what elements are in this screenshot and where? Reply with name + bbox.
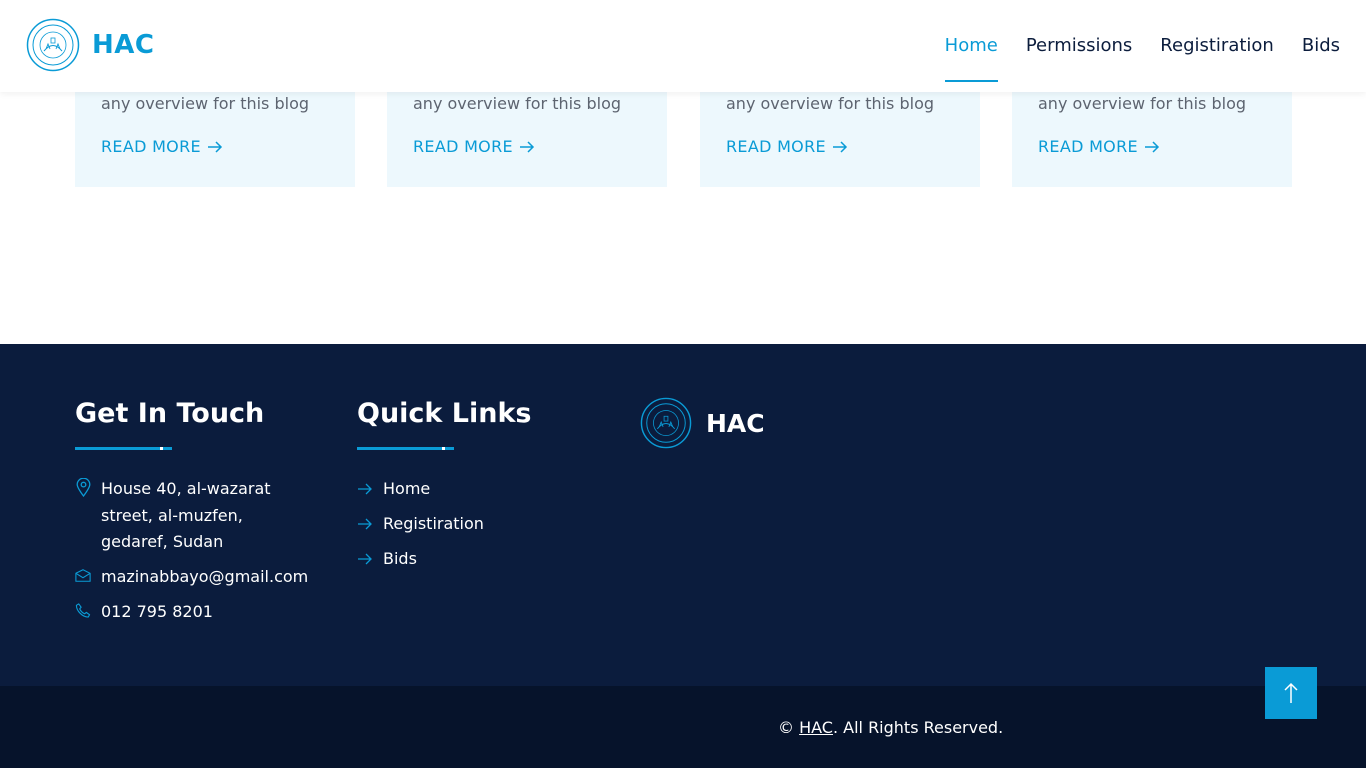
get-in-touch-title: Get In Touch xyxy=(75,398,265,429)
address-text: House 40, al-wazarat street, al-muzfen, … xyxy=(101,479,271,551)
footer-link-registiration[interactable]: Registiration xyxy=(357,514,484,533)
read-more-label: READ MORE xyxy=(1038,137,1138,156)
brand-name: HAC xyxy=(92,30,155,60)
contact-email: mazinabbayo@gmail.com xyxy=(75,564,308,591)
map-pin-icon xyxy=(75,476,91,498)
hac-logo-icon xyxy=(26,18,80,72)
blog-card: any overview for this blog READ MORE xyxy=(1012,92,1292,187)
back-to-top-button[interactable] xyxy=(1265,667,1317,719)
arrow-up-icon xyxy=(1284,682,1298,703)
hac-logo-icon xyxy=(640,397,692,449)
copyright-symbol: © xyxy=(778,718,794,737)
blog-card: any overview for this blog READ MORE xyxy=(700,92,980,187)
nav-permissions[interactable]: Permissions xyxy=(1026,0,1132,92)
read-more-link[interactable]: READ MORE xyxy=(1038,137,1160,156)
arrow-right-icon xyxy=(1144,140,1159,153)
blog-card-overview: any overview for this blog xyxy=(726,94,935,113)
email-link[interactable]: mazinabbayo@gmail.com xyxy=(101,564,308,591)
quick-links-title: Quick Links xyxy=(357,398,532,429)
nav-registiration[interactable]: Registiration xyxy=(1160,0,1274,92)
footer-link-home[interactable]: Home xyxy=(357,479,430,498)
arrow-right-icon xyxy=(207,140,222,153)
phone-link[interactable]: 012 795 8201 xyxy=(101,599,213,626)
blog-card: any overview for this blog READ MORE xyxy=(75,92,355,187)
blog-card-overview: any overview for this blog xyxy=(413,94,622,113)
envelope-icon xyxy=(75,564,91,586)
read-more-link[interactable]: READ MORE xyxy=(413,137,535,156)
contact-address: House 40, al-wazarat street, al-muzfen, … xyxy=(75,476,301,556)
arrow-right-icon xyxy=(519,140,534,153)
footer-link-label: Registiration xyxy=(383,514,484,533)
arrow-right-icon xyxy=(358,518,372,529)
arrow-right-icon xyxy=(358,553,372,564)
footer-link-label: Bids xyxy=(383,549,417,568)
nav-bids[interactable]: Bids xyxy=(1302,0,1340,92)
phone-icon xyxy=(75,599,91,621)
site-header: HAC Home Permissions Registiration Bids xyxy=(0,0,1366,92)
footer-brand: HAC xyxy=(640,397,765,449)
read-more-label: READ MORE xyxy=(413,137,513,156)
footer-link-bids[interactable]: Bids xyxy=(357,549,417,568)
read-more-link[interactable]: READ MORE xyxy=(726,137,848,156)
read-more-label: READ MORE xyxy=(101,137,201,156)
contact-phone: 012 795 8201 xyxy=(75,599,213,626)
footer-brand-name: HAC xyxy=(706,408,765,438)
copyright-bar: © HAC. All Rights Reserved. xyxy=(0,686,1366,768)
title-underline xyxy=(357,447,454,450)
blog-card: any overview for this blog READ MORE xyxy=(387,92,667,187)
copyright-suffix: . All Rights Reserved. xyxy=(832,718,1004,737)
blog-card-overview: any overview for this blog xyxy=(101,94,310,113)
title-underline xyxy=(75,447,172,450)
brand-link[interactable]: HAC xyxy=(26,18,154,72)
blog-card-overview: any overview for this blog xyxy=(1038,94,1247,113)
nav-home[interactable]: Home xyxy=(944,0,998,92)
site-footer: Get In Touch House 40, al-wazarat street… xyxy=(0,344,1366,686)
copyright-link[interactable]: HAC xyxy=(799,718,833,737)
main-nav: Home Permissions Registiration Bids xyxy=(944,0,1340,92)
copyright-text: © HAC. All Rights Reserved. xyxy=(778,718,1003,737)
footer-link-label: Home xyxy=(383,479,431,498)
arrow-right-icon xyxy=(832,140,847,153)
read-more-link[interactable]: READ MORE xyxy=(101,137,223,156)
read-more-label: READ MORE xyxy=(726,137,826,156)
arrow-right-icon xyxy=(358,483,372,494)
